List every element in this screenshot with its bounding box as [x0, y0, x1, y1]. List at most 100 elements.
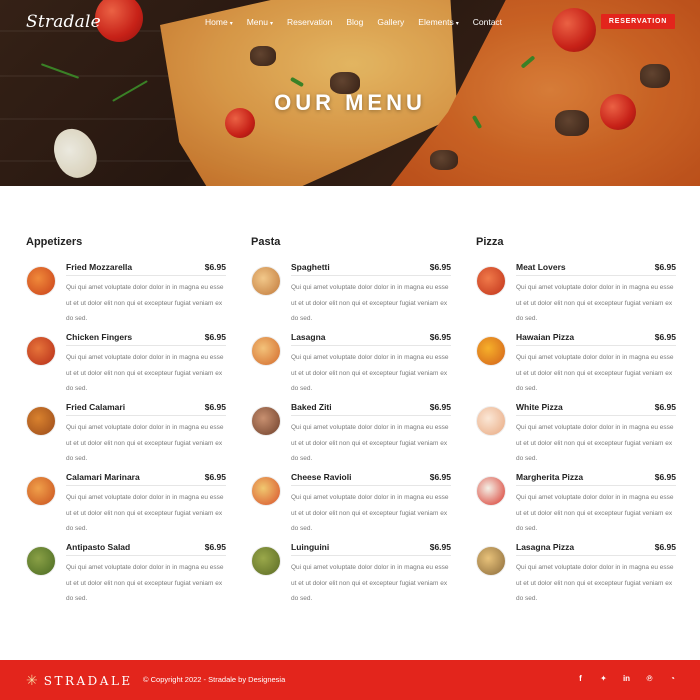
copyright-text: © Copyright 2022 - Stradale by Designesi…: [143, 675, 286, 684]
dish-thumbnail: [26, 406, 56, 436]
dish-name: Lasagna: [291, 332, 326, 342]
menu-item-body: Fried Calamari $6.95 Qui qui amet voluptat…: [66, 402, 226, 467]
chevron-down-icon: ▾: [455, 21, 459, 27]
rss-icon[interactable]: ◔: [661, 674, 684, 683]
reservation-button[interactable]: RESERVATION: [601, 14, 675, 29]
dish-name: Lasagna Pizza: [516, 542, 575, 552]
menu-item: Fried Calamari $6.95 Qui qui amet voluptat…: [26, 402, 226, 472]
footer-logo[interactable]: ✳ STRADALE: [26, 672, 133, 689]
menu-item-body: White Pizza $6.95 Qui qui amet voluptate d…: [516, 402, 676, 467]
dish-price: $6.95: [429, 332, 451, 342]
menu-item-body: Baked Ziti $6.95 Qui qui amet voluptate do…: [291, 402, 451, 467]
menu-item-body: Fried Mozzarella $6.95 Qui qui amet volupt…: [66, 262, 226, 327]
menu-category-heading: Pizza: [476, 236, 504, 248]
dish-name: Chicken Fingers: [66, 332, 133, 342]
dish-thumbnail: [476, 546, 506, 576]
sun-logo-icon: ✳: [26, 672, 38, 688]
dish-price: $6.95: [654, 472, 676, 482]
menu-item-header: Hawaian Pizza $6.95: [516, 332, 676, 346]
nav-item-label: Elements: [418, 17, 454, 27]
nav-item-reservation[interactable]: Reservation: [287, 17, 332, 27]
dish-description: Qui qui amet voluptate dolor dolor in in…: [291, 354, 449, 392]
pinterest-icon[interactable]: ℗: [638, 674, 661, 683]
menu-item-header: Meat Lovers $6.95: [516, 262, 676, 276]
dish-thumbnail: [251, 266, 281, 296]
menu-item-header: Lasagna Pizza $6.95: [516, 542, 676, 556]
menu-column: Pasta Spaghetti $6.95 Qui qui amet voluptat…: [251, 236, 451, 612]
dish-description: Qui qui amet voluptate dolor dolor in in…: [291, 564, 449, 602]
nav-menu: Home ▾ Menu ▾ Reservation Blog Gallery Ele…: [205, 17, 516, 27]
dish-description: Qui qui amet voluptate dolor dolor in in…: [66, 494, 224, 532]
nav-item-gallery[interactable]: Gallery: [377, 17, 404, 27]
dish-thumbnail: [251, 406, 281, 436]
nav-item-menu[interactable]: Menu ▾: [247, 17, 273, 27]
menu-item: Spaghetti $6.95 Qui qui amet voluptate dol…: [251, 262, 451, 332]
dish-thumbnail: [476, 476, 506, 506]
menu-item-body: Cheese Ravioli $6.95 Qui qui amet voluptat…: [291, 472, 451, 537]
menu-item-header: Lasagna $6.95: [291, 332, 451, 346]
menu-item-header: Baked Ziti $6.95: [291, 402, 451, 416]
dish-description: Qui qui amet voluptate dolor dolor in in…: [516, 424, 674, 462]
hero-banner: Stradale Home ▾ Menu ▾ Reservation Blog Ga…: [0, 0, 700, 186]
menu-item: Margherita Pizza $6.95 Qui qui amet volupt…: [476, 472, 676, 542]
dish-description: Qui qui amet voluptate dolor dolor in in…: [291, 424, 449, 462]
linkedin-icon[interactable]: in: [615, 674, 638, 683]
menu-item-body: Lasagna Pizza $6.95 Qui qui amet voluptate…: [516, 542, 676, 607]
top-nav: Stradale Home ▾ Menu ▾ Reservation Blog Ga…: [0, 0, 700, 44]
nav-item-blog[interactable]: Blog: [346, 17, 363, 27]
facebook-icon[interactable]: f: [569, 674, 592, 683]
menu-item-body: Hawaian Pizza $6.95 Qui qui amet voluptate…: [516, 332, 676, 397]
dish-description: Qui qui amet voluptate dolor dolor in in…: [516, 494, 674, 532]
nav-item-label: Home: [205, 17, 228, 27]
nav-item-elements[interactable]: Elements ▾: [418, 17, 458, 27]
dish-thumbnail: [26, 476, 56, 506]
menu-column: Appetizers Fried Mozzarella $6.95 Qui qui a…: [26, 236, 226, 612]
dish-price: $6.95: [204, 262, 226, 272]
menu-item-header: Antipasto Salad $6.95: [66, 542, 226, 556]
menu-item-header: Margherita Pizza $6.95: [516, 472, 676, 486]
twitter-icon[interactable]: ✦: [592, 674, 615, 683]
dish-name: White Pizza: [516, 402, 563, 412]
dish-description: Qui qui amet voluptate dolor dolor in in…: [516, 564, 674, 602]
dish-description: Qui qui amet voluptate dolor dolor in in…: [516, 284, 674, 322]
dish-price: $6.95: [429, 262, 451, 272]
dish-description: Qui qui amet voluptate dolor dolor in in…: [66, 284, 224, 322]
footer-logo-text: STRADALE: [43, 673, 133, 688]
dish-price: $6.95: [429, 402, 451, 412]
dish-price: $6.95: [429, 542, 451, 552]
dish-thumbnail: [476, 266, 506, 296]
dish-price: $6.95: [654, 542, 676, 552]
site-logo[interactable]: Stradale: [26, 12, 101, 32]
menu-item: Fried Mozzarella $6.95 Qui qui amet volupt…: [26, 262, 226, 332]
chevron-down-icon: ▾: [269, 21, 273, 27]
dish-thumbnail: [26, 336, 56, 366]
dish-name: Fried Mozzarella: [66, 262, 133, 272]
menu-item-header: Luinguini $6.95: [291, 542, 451, 556]
dish-name: Antipasto Salad: [66, 542, 131, 552]
dish-price: $6.95: [204, 402, 226, 412]
dish-name: Spaghetti: [291, 262, 330, 272]
menu-item-body: Spaghetti $6.95 Qui qui amet voluptate dol…: [291, 262, 451, 327]
menu-item: Antipasto Salad $6.95 Qui qui amet volupta…: [26, 542, 226, 612]
dish-name: Luinguini: [291, 542, 330, 552]
menu-item-body: Luinguini $6.95 Qui qui amet voluptate dol…: [291, 542, 451, 607]
menu-item: Luinguini $6.95 Qui qui amet voluptate dol…: [251, 542, 451, 612]
menu-item: Cheese Ravioli $6.95 Qui qui amet voluptat…: [251, 472, 451, 542]
menu-item: White Pizza $6.95 Qui qui amet voluptate d…: [476, 402, 676, 472]
social-links: f ✦ in ℗ ◔: [569, 674, 684, 683]
menu-item-header: White Pizza $6.95: [516, 402, 676, 416]
menu-item-header: Spaghetti $6.95: [291, 262, 451, 276]
dish-description: Qui qui amet voluptate dolor dolor in in…: [291, 494, 449, 532]
menu-item-header: Fried Mozzarella $6.95: [66, 262, 226, 276]
dish-description: Qui qui amet voluptate dolor dolor in in…: [291, 284, 449, 322]
nav-item-label: Blog: [346, 17, 364, 27]
nav-item-contact[interactable]: Contact: [473, 17, 502, 27]
dish-name: Baked Ziti: [291, 402, 332, 412]
dish-name: Meat Lovers: [516, 262, 566, 272]
nav-item-label: Gallery: [377, 17, 405, 27]
menu-item: Calamari Marinara $6.95 Qui qui amet volup…: [26, 472, 226, 542]
menu-item: Meat Lovers $6.95 Qui qui amet voluptate d…: [476, 262, 676, 332]
menu-category-heading: Pasta: [251, 236, 281, 248]
menu-item-header: Cheese Ravioli $6.95: [291, 472, 451, 486]
nav-item-home[interactable]: Home ▾: [205, 17, 233, 27]
